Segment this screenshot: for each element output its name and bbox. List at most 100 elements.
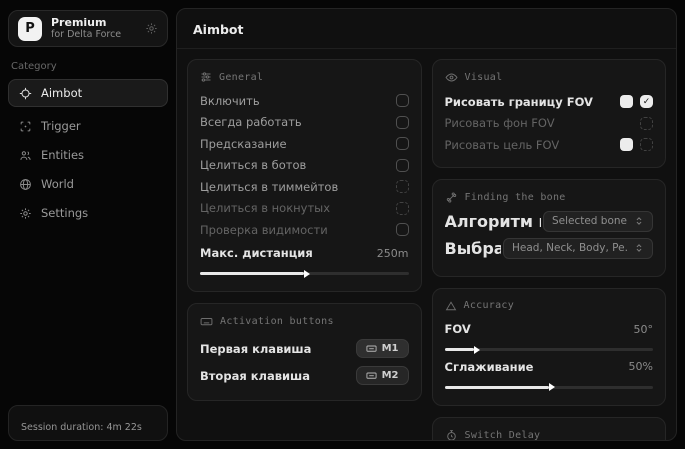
keybind-button-m2[interactable]: M2 xyxy=(356,366,409,385)
card-activation-buttons: Activation buttons Первая клавиша M1 Вто… xyxy=(187,303,422,401)
checkbox[interactable] xyxy=(640,117,653,130)
select-label: Алгоритм поиска костей xyxy=(445,212,541,231)
slider-value: 50% xyxy=(629,360,653,373)
sidebar-item-label: World xyxy=(41,177,74,191)
slider-thumb[interactable] xyxy=(304,270,310,278)
slider-row: FOV 50° xyxy=(445,319,654,341)
setting-row: Рисовать цель FOV xyxy=(445,134,654,156)
setting-row: Целиться в нокнутых xyxy=(200,198,409,220)
smoothing-slider[interactable] xyxy=(445,386,654,389)
sidebar-item-label: Aimbot xyxy=(41,86,82,100)
setting-label: Целиться в тиммейтов xyxy=(200,180,338,194)
checkbox[interactable] xyxy=(396,202,409,215)
checkbox[interactable] xyxy=(396,116,409,129)
keybind-row: Вторая клавиша M2 xyxy=(200,362,409,389)
setting-row: Рисовать фон FOV xyxy=(445,113,654,135)
slider-row: Макс. дистанция 250m xyxy=(200,243,409,265)
content: General Включить Всегда работать Предска… xyxy=(177,49,676,441)
setting-label: Рисовать границу FOV xyxy=(445,95,593,109)
card-general: General Включить Всегда работать Предска… xyxy=(187,59,422,292)
sidebar: P Premium for Delta Force Category Aimbo… xyxy=(0,0,176,449)
checkbox[interactable] xyxy=(640,95,653,108)
setting-label: Целиться в нокнутых xyxy=(200,201,330,215)
brand-logo: P xyxy=(18,17,42,41)
slider-thumb[interactable] xyxy=(474,346,480,354)
keybind-label: Первая клавиша xyxy=(200,342,311,356)
slider-label: Макс. дистанция xyxy=(200,246,313,260)
select-row: Алгоритм поиска костей Selected bone xyxy=(445,211,654,232)
checkbox[interactable] xyxy=(640,138,653,151)
color-swatch[interactable] xyxy=(620,95,633,108)
people-icon xyxy=(19,149,32,162)
crosshair-icon xyxy=(19,87,32,100)
card-accuracy-title: Accuracy xyxy=(445,300,654,312)
sidebar-item-settings[interactable]: Settings xyxy=(8,199,168,227)
checkbox[interactable] xyxy=(396,94,409,107)
keybind-label: Вторая клавиша xyxy=(200,369,310,383)
checkbox[interactable] xyxy=(396,180,409,193)
card-switch-delay-title: Switch Delay xyxy=(445,429,654,442)
fov-slider[interactable] xyxy=(445,348,654,351)
gear-icon xyxy=(19,207,32,220)
right-column: Visual Рисовать границу FOV Рисовать фон… xyxy=(432,59,667,431)
slider-label: Сглаживание xyxy=(445,360,534,374)
setting-row: Проверка видимости xyxy=(200,219,409,241)
setting-label: Включить xyxy=(200,94,260,108)
sidebar-item-entities[interactable]: Entities xyxy=(8,141,168,169)
checkbox[interactable] xyxy=(396,137,409,150)
sidebar-item-label: Entities xyxy=(41,148,84,162)
main-panel: Aimbot General Включить xyxy=(176,8,677,441)
sidebar-item-label: Trigger xyxy=(41,119,81,133)
keybind-button-m1[interactable]: M1 xyxy=(356,339,409,358)
checkbox[interactable] xyxy=(396,159,409,172)
brand-box: P Premium for Delta Force xyxy=(8,10,168,47)
setting-label: Рисовать цель FOV xyxy=(445,138,560,152)
color-swatch[interactable] xyxy=(620,138,633,151)
brand-title: Premium xyxy=(51,16,121,29)
card-visual-title: Visual xyxy=(445,71,654,84)
sidebar-item-label: Settings xyxy=(41,206,88,220)
card-finding-the-bone: Finding the bone Алгоритм поиска костей … xyxy=(432,179,667,277)
setting-label: Рисовать фон FOV xyxy=(445,116,555,130)
select-row: Выбранные кости Head, Neck, Body, Pe... xyxy=(445,238,654,259)
setting-row: Рисовать границу FOV xyxy=(445,91,654,113)
setting-row: Предсказание xyxy=(200,133,409,155)
gear-icon[interactable] xyxy=(145,22,158,35)
sidebar-item-aimbot[interactable]: Aimbot xyxy=(8,79,168,107)
setting-label: Всегда работать xyxy=(200,115,302,129)
eye-icon xyxy=(445,71,458,84)
left-column: General Включить Всегда работать Предска… xyxy=(187,59,422,431)
card-visual: Visual Рисовать границу FOV Рисовать фон… xyxy=(432,59,667,168)
card-general-title: General xyxy=(200,71,409,83)
card-switch-delay: Switch Delay Задержка переключения Задер… xyxy=(432,417,667,442)
globe-icon xyxy=(19,178,32,191)
bone-algorithm-select[interactable]: Selected bone xyxy=(543,211,653,232)
setting-row: Всегда работать xyxy=(200,112,409,134)
slider-row: Сглаживание 50% xyxy=(445,356,654,378)
timer-icon xyxy=(445,429,458,442)
select-label: Выбранные кости xyxy=(445,239,502,258)
session-duration-text: Session duration: 4m 22s xyxy=(21,422,142,433)
max-distance-slider[interactable] xyxy=(200,272,409,275)
setting-label: Предсказание xyxy=(200,137,287,151)
sliders-icon xyxy=(200,71,212,83)
brand-text: Premium for Delta Force xyxy=(51,16,121,41)
selected-bones-select[interactable]: Head, Neck, Body, Pe... xyxy=(503,238,653,259)
setting-label: Целиться в ботов xyxy=(200,158,306,172)
session-duration-box: Session duration: 4m 22s xyxy=(8,405,168,441)
card-accuracy: Accuracy FOV 50° Сглаживание 50% xyxy=(432,288,667,406)
setting-row: Включить xyxy=(200,90,409,112)
slider-thumb[interactable] xyxy=(549,383,555,391)
unfold-icon xyxy=(634,243,644,253)
bone-icon xyxy=(445,191,458,204)
trigger-icon xyxy=(19,120,32,133)
sidebar-item-trigger[interactable]: Trigger xyxy=(8,112,168,140)
category-label: Category xyxy=(11,61,166,72)
setting-row: Целиться в ботов xyxy=(200,155,409,177)
keyboard-icon xyxy=(200,315,213,328)
unfold-icon xyxy=(634,216,644,226)
sidebar-item-world[interactable]: World xyxy=(8,170,168,198)
keybind-row: Первая клавиша M1 xyxy=(200,335,409,362)
triangle-icon xyxy=(445,300,457,312)
checkbox[interactable] xyxy=(396,223,409,236)
